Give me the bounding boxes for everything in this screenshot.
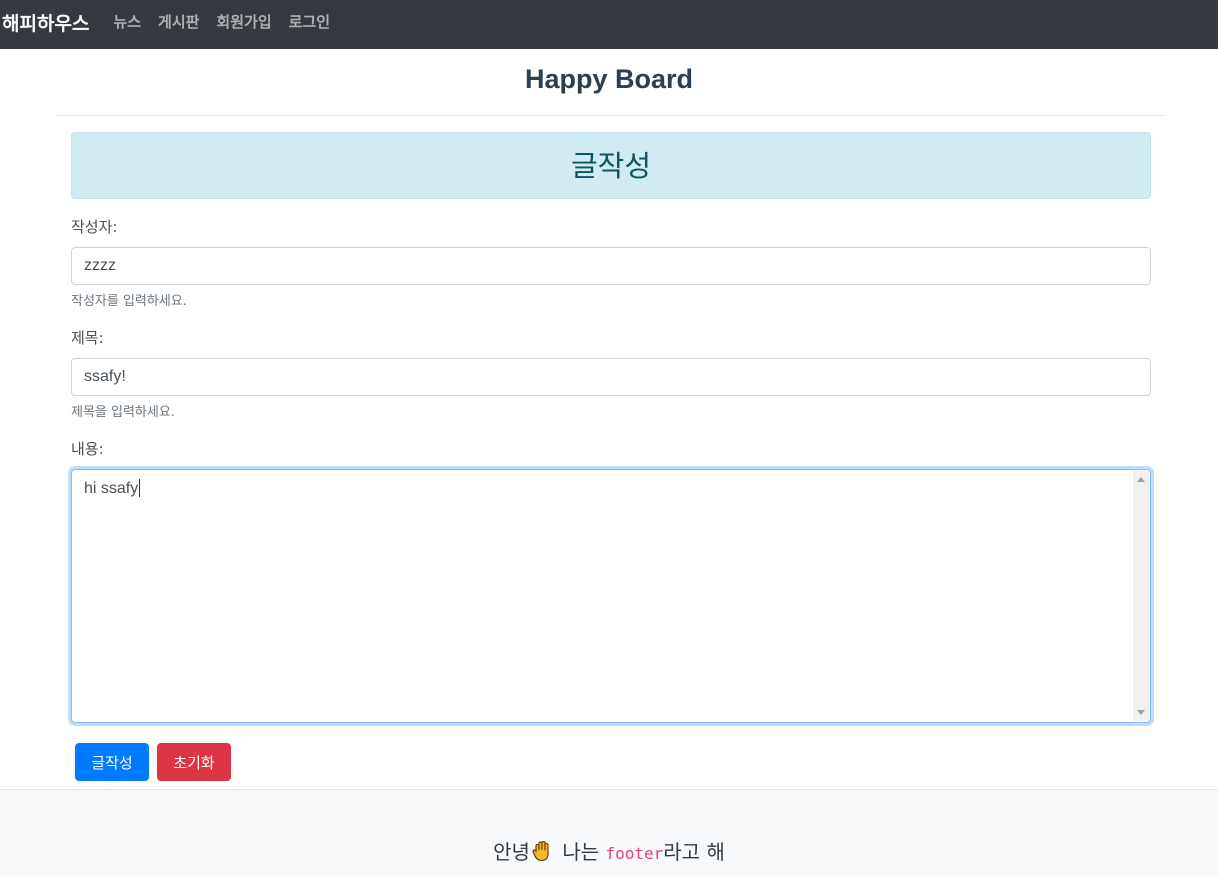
footer-code: footer bbox=[605, 844, 664, 863]
nav-link-login[interactable]: 로그인 bbox=[289, 11, 330, 32]
textarea-scrollbar[interactable] bbox=[1133, 471, 1149, 721]
text-caret bbox=[139, 479, 141, 497]
scroll-up-arrow-icon[interactable] bbox=[1137, 477, 1145, 482]
content-label: 내용: bbox=[71, 440, 104, 458]
subject-help-text: 제목을 입력하세요. bbox=[71, 405, 175, 420]
top-navbar: 해피하우스 뉴스 게시판 회원가입 로그인 bbox=[0, 0, 1218, 49]
nav-links: 뉴스 게시판 회원가입 로그인 bbox=[113, 11, 347, 32]
content-textarea-value-wrap: hi ssafy bbox=[84, 479, 141, 498]
scroll-down-arrow-icon[interactable] bbox=[1137, 710, 1145, 715]
footer-text-after: 라고 해 bbox=[663, 840, 725, 864]
nav-link-board[interactable]: 게시판 bbox=[158, 11, 199, 32]
waving-hand-icon bbox=[532, 840, 552, 867]
content-textarea-value: hi ssafy bbox=[84, 480, 139, 497]
writer-label: 작성자: bbox=[71, 218, 118, 236]
submit-button[interactable]: 글작성 bbox=[75, 743, 149, 781]
reset-button[interactable]: 초기화 bbox=[157, 743, 231, 781]
subject-input-value: ssafy! bbox=[84, 368, 126, 385]
page-title: Happy Board bbox=[524, 64, 694, 94]
nav-link-signup[interactable]: 회원가입 bbox=[216, 11, 271, 32]
footer-text: 안녕 나는 footer라고 해 bbox=[0, 836, 1218, 867]
title-divider bbox=[56, 115, 1165, 116]
footer-text-before: 안녕 bbox=[493, 840, 530, 864]
writer-input-value: zzzz bbox=[84, 257, 116, 274]
subject-label: 제목: bbox=[71, 329, 104, 347]
form-heading: 글작성 bbox=[71, 132, 1151, 199]
writer-input[interactable]: zzzz bbox=[71, 247, 1151, 285]
nav-link-news[interactable]: 뉴스 bbox=[113, 11, 141, 32]
brand-logo-link[interactable]: 해피하우스 bbox=[2, 9, 89, 36]
writer-help-text: 작성자를 입력하세요. bbox=[71, 294, 187, 309]
footer-text-middle: 나는 bbox=[555, 840, 606, 864]
page-footer: 안녕 나는 footer라고 해 bbox=[0, 789, 1218, 876]
content-textarea[interactable]: hi ssafy bbox=[71, 469, 1151, 723]
subject-input[interactable]: ssafy! bbox=[71, 358, 1151, 396]
